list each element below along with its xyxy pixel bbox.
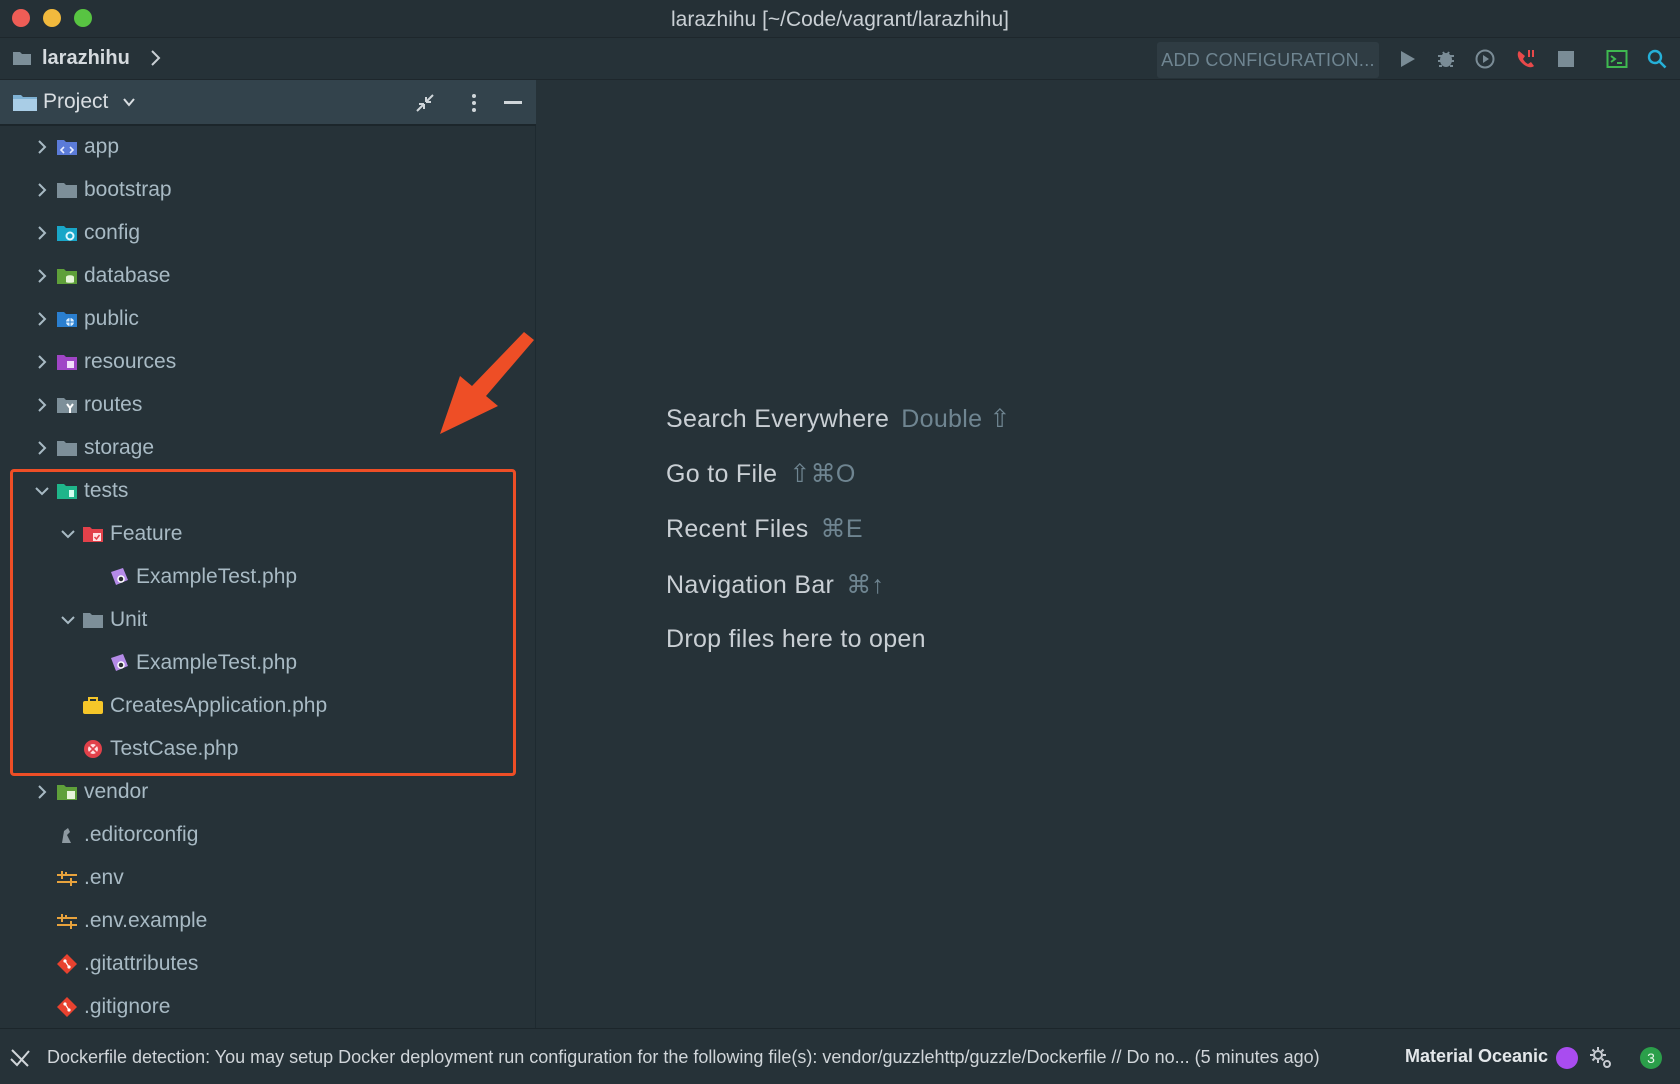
git-icon xyxy=(57,954,77,974)
tree-item-label: .editorconfig xyxy=(84,823,199,846)
hint-search-everywhere: Search Everywhere Double ⇧ xyxy=(666,404,1011,434)
folder-icon xyxy=(13,52,31,65)
tree-item-app[interactable]: app xyxy=(0,126,536,169)
chevron-right-icon[interactable] xyxy=(34,267,50,285)
editor-area[interactable]: Search Everywhere Double ⇧ Go to File ⇧⌘O … xyxy=(537,80,1680,1028)
tree-item-bootstrap[interactable]: bootstrap xyxy=(0,169,536,212)
tree-item-label: app xyxy=(84,135,120,158)
run-icon[interactable] xyxy=(1396,48,1418,70)
tree-item-label: public xyxy=(84,307,139,330)
folder-icon xyxy=(57,183,77,198)
run-with-coverage-icon[interactable] xyxy=(1474,48,1496,70)
terminal-icon[interactable] xyxy=(1606,48,1628,70)
chevron-right-icon[interactable] xyxy=(34,353,50,371)
hint-action: Search Everywhere xyxy=(666,405,890,433)
folder-vendor-icon xyxy=(57,785,77,800)
status-bar: Dockerfile detection: You may setup Dock… xyxy=(0,1028,1680,1084)
settings-gear-icon[interactable] xyxy=(1589,1046,1613,1070)
status-message[interactable]: Dockerfile detection: You may setup Dock… xyxy=(47,1047,1320,1068)
chevron-right-icon[interactable] xyxy=(34,138,50,156)
tree-item-label: storage xyxy=(84,436,155,459)
tree-item-editorconfig[interactable]: .editorconfig xyxy=(0,814,536,857)
project-panel-header: Project xyxy=(0,80,536,126)
stop-icon[interactable] xyxy=(1555,48,1577,70)
listen-debug-connections-icon[interactable] xyxy=(1515,48,1537,70)
hint-go-to-file: Go to File ⇧⌘O xyxy=(666,459,856,489)
more-options-icon[interactable] xyxy=(468,92,480,114)
hint-action: Drop files here to open xyxy=(666,625,926,653)
tree-item-database[interactable]: database xyxy=(0,255,536,298)
annotation-arrow-icon xyxy=(440,332,534,434)
tree-item-gitattributes[interactable]: .gitattributes xyxy=(0,943,536,986)
hint-navigation-bar: Navigation Bar ⌘↑ xyxy=(666,570,884,600)
hint-shortcut: Double ⇧ xyxy=(901,405,1011,433)
hint-recent-files: Recent Files ⌘E xyxy=(666,514,863,544)
chevron-right-icon[interactable] xyxy=(34,783,50,801)
tree-item-label: .env.example xyxy=(84,909,208,932)
chevron-right-icon[interactable] xyxy=(34,396,50,414)
tree-item-label: config xyxy=(84,221,141,244)
tree-item-label: .env xyxy=(84,866,124,889)
folder-public-icon xyxy=(57,312,77,327)
chevron-right-icon[interactable] xyxy=(34,310,50,328)
env-icon xyxy=(57,871,77,886)
title-bar: larazhihu [~/Code/vagrant/larazhihu] xyxy=(0,0,1680,38)
env-icon xyxy=(57,914,77,929)
tree-item-label: vendor xyxy=(84,780,149,803)
tree-item-gitignore[interactable]: .gitignore xyxy=(0,986,536,1029)
tree-item-config[interactable]: config xyxy=(0,212,536,255)
project-folder-icon xyxy=(13,95,37,111)
tree-item-env[interactable]: .env xyxy=(0,857,536,900)
tree-item-label: resources xyxy=(84,350,177,373)
hint-shortcut: ⇧⌘O xyxy=(789,460,856,488)
hint-shortcut: ⌘E xyxy=(820,515,863,543)
tree-item-env-example[interactable]: .env.example xyxy=(0,900,536,943)
tree-item-label: database xyxy=(84,264,171,287)
tree-item-label: bootstrap xyxy=(84,178,172,201)
hint-shortcut: ⌘↑ xyxy=(846,571,885,599)
notifications-badge[interactable]: 3 xyxy=(1640,1047,1662,1069)
folder-config-icon xyxy=(57,226,77,241)
hide-panel-button[interactable] xyxy=(504,101,522,104)
hint-drop-files: Drop files here to open xyxy=(666,625,926,654)
folder-app-icon xyxy=(57,140,77,155)
theme-name[interactable]: Material Oceanic xyxy=(1405,1046,1548,1067)
debug-icon[interactable] xyxy=(1435,48,1457,70)
folder-routes-icon xyxy=(57,398,77,413)
tree-item-label: routes xyxy=(84,393,143,416)
add-configuration-button[interactable]: ADD CONFIGURATION... xyxy=(1157,42,1379,78)
chevron-right-icon[interactable] xyxy=(34,439,50,457)
folder-database-icon xyxy=(57,269,77,284)
chevron-right-icon[interactable] xyxy=(34,181,50,199)
navigation-bar: larazhihu ADD CONFIGURATION... xyxy=(0,38,1680,80)
hint-action: Recent Files xyxy=(666,515,809,543)
tree-item-vendor[interactable]: vendor xyxy=(0,771,536,814)
editorconfig-icon xyxy=(62,828,71,843)
tree-item-label: .gitignore xyxy=(84,995,171,1018)
highlight-box xyxy=(10,469,516,776)
ide-window: larazhihu [~/Code/vagrant/larazhihu] lar… xyxy=(0,0,1680,1084)
folder-icon xyxy=(57,441,77,456)
no-events-icon[interactable] xyxy=(9,1047,31,1069)
chevron-right-icon[interactable] xyxy=(34,224,50,242)
chevron-down-icon[interactable] xyxy=(121,94,137,110)
hint-action: Go to File xyxy=(666,460,778,488)
search-icon[interactable] xyxy=(1646,48,1668,70)
folder-resources-icon xyxy=(57,355,77,370)
chevron-right-icon xyxy=(151,50,161,66)
tree-item-label: .gitattributes xyxy=(84,952,199,975)
git-icon xyxy=(57,997,77,1017)
breadcrumb-project[interactable]: larazhihu xyxy=(42,47,130,70)
window-title: larazhihu [~/Code/vagrant/larazhihu] xyxy=(671,8,1009,31)
hint-action: Navigation Bar xyxy=(666,571,835,599)
theme-color-indicator[interactable] xyxy=(1556,1047,1578,1069)
project-view-selector[interactable]: Project xyxy=(43,90,108,114)
collapse-all-icon[interactable] xyxy=(414,92,436,114)
